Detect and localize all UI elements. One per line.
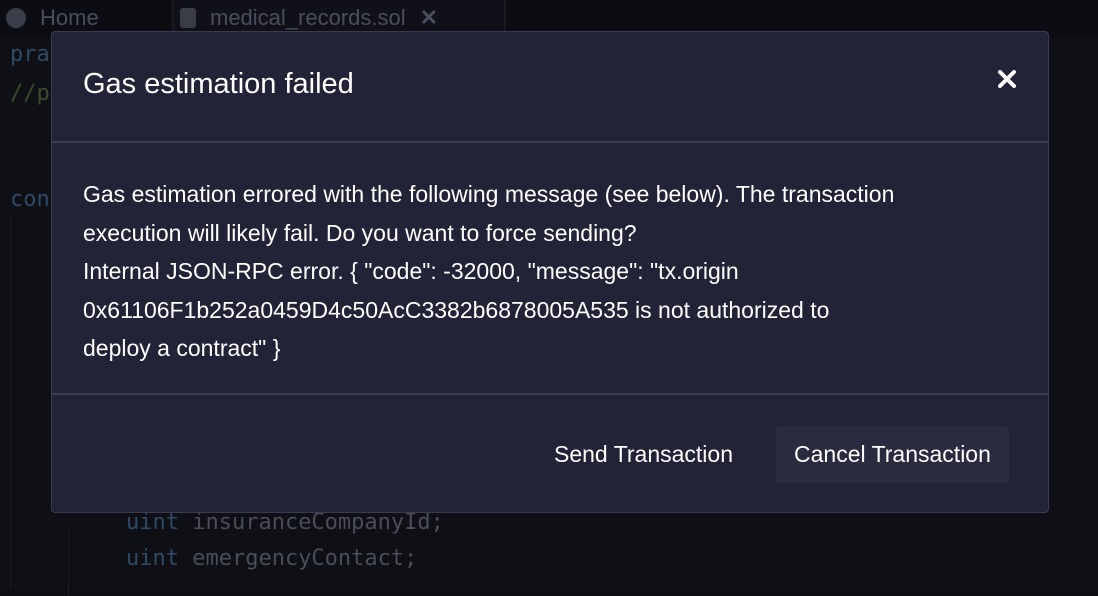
dialog-body: Gas estimation errored with the followin… — [52, 143, 1048, 395]
dialog-footer: Send Transaction Cancel Transaction — [52, 395, 1048, 511]
error-line: Internal JSON-RPC error. { "code": -3200… — [83, 258, 739, 284]
close-button[interactable] — [994, 66, 1020, 92]
cancel-transaction-button[interactable]: Cancel Transaction — [776, 426, 1009, 483]
close-icon — [998, 70, 1016, 88]
indent-guide — [68, 526, 69, 596]
code-line: pra — [10, 42, 50, 67]
dialog-title: Gas estimation failed — [83, 68, 354, 100]
code-line: uint insuranceCompanyId; — [126, 510, 444, 535]
code-line: uint emergencyContact; — [126, 546, 418, 571]
code-line: con — [10, 187, 50, 212]
error-line: deploy a contract" } — [83, 335, 281, 361]
send-transaction-button[interactable]: Send Transaction — [554, 426, 733, 483]
message-line: Gas estimation errored with the followin… — [83, 181, 895, 207]
close-tab-icon[interactable]: ✕ — [420, 5, 438, 31]
tab-label: medical_records.sol — [210, 5, 406, 30]
remix-logo-icon — [6, 8, 26, 28]
code-line: //p — [10, 81, 50, 106]
tab-label: Home — [40, 5, 99, 30]
error-line: 0x61106F1b252a0459D4c50AcC3382b6878005A5… — [83, 296, 830, 323]
message-line: execution will likely fail. Do you want … — [83, 219, 637, 246]
indent-guide — [10, 216, 11, 588]
dialog-header: Gas estimation failed — [52, 32, 1048, 143]
solidity-file-icon — [180, 8, 196, 28]
gas-estimation-dialog: Gas estimation failed Gas estimation err… — [51, 31, 1049, 513]
